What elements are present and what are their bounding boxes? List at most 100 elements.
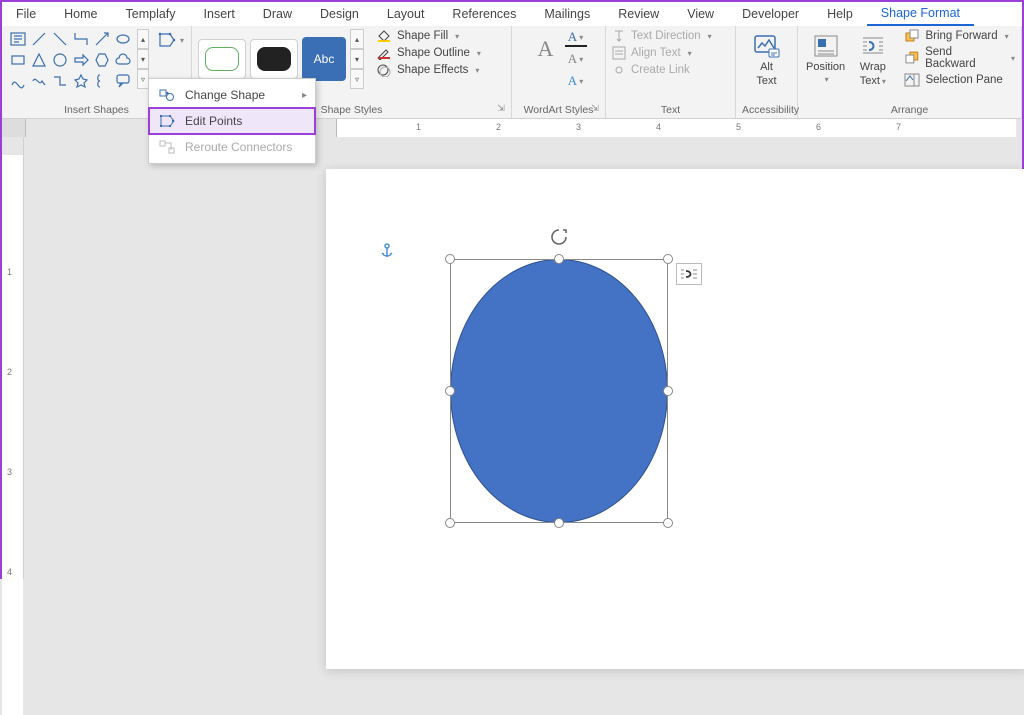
shape-star-icon[interactable] [71, 71, 91, 91]
edit-shape-button[interactable]: ▾ [157, 29, 185, 51]
resize-handle-bc[interactable] [554, 518, 564, 528]
ruler-mark: 4 [656, 122, 661, 132]
ruler-mark: 5 [736, 122, 741, 132]
alt-text-label-1: Alt [760, 61, 773, 73]
anchor-icon[interactable] [380, 243, 394, 264]
ribbon-tabs: File Home Templafy Insert Draw Design La… [2, 2, 1022, 26]
bucket-icon [376, 29, 392, 43]
group-label-accessibility: Accessibility [742, 102, 791, 118]
text-outline-button[interactable]: A▾ [565, 51, 587, 69]
shape-outline-button[interactable]: Shape Outline▾ [376, 46, 481, 60]
shape-connector-icon[interactable] [50, 71, 70, 91]
resize-handle-mr[interactable] [663, 386, 673, 396]
text-direction-button[interactable]: Text Direction▾ [612, 29, 712, 43]
selected-shape[interactable] [450, 259, 668, 523]
position-button[interactable]: Position ▾ [804, 29, 847, 84]
tab-help[interactable]: Help [813, 2, 867, 26]
tab-mailings[interactable]: Mailings [530, 2, 604, 26]
tab-file[interactable]: File [2, 2, 50, 26]
tab-templafy[interactable]: Templafy [112, 2, 190, 26]
document-area[interactable]: 1 2 3 4 [2, 137, 1022, 579]
shape-rect-icon[interactable] [8, 50, 28, 70]
shape-circle-icon[interactable] [50, 50, 70, 70]
resize-handle-tl[interactable] [445, 254, 455, 264]
tab-references[interactable]: References [438, 2, 530, 26]
shape-brace-icon[interactable] [92, 71, 112, 91]
style-preset-2[interactable] [250, 39, 298, 79]
send-backward-button[interactable]: Send Backward▾ [904, 46, 1015, 70]
shape-fill-label: Shape Fill [397, 30, 448, 42]
tab-draw[interactable]: Draw [249, 2, 306, 26]
resize-handle-bl[interactable] [445, 518, 455, 528]
tab-layout[interactable]: Layout [373, 2, 439, 26]
shape-textbox-icon[interactable] [8, 29, 28, 49]
resize-handle-tc[interactable] [554, 254, 564, 264]
shape-gallery[interactable] [8, 29, 133, 91]
bring-forward-icon [904, 29, 920, 43]
layout-options-button[interactable] [676, 263, 702, 285]
shape-effects-button[interactable]: Shape Effects▾ [376, 63, 481, 77]
style-preset-1[interactable] [198, 39, 246, 79]
vertical-ruler[interactable]: 1 2 3 4 [2, 137, 24, 579]
create-link-label: Create Link [631, 64, 690, 76]
create-link-button[interactable]: Create Link [612, 63, 712, 77]
wrap-label-1: Wrap [860, 61, 886, 73]
quick-styles-button[interactable]: A [531, 29, 561, 69]
shape-line2-icon[interactable] [50, 29, 70, 49]
shape-cloud-icon[interactable] [113, 50, 133, 70]
shape-callout-icon[interactable] [113, 71, 133, 91]
tab-shape-format[interactable]: Shape Format [867, 2, 974, 26]
resize-handle-br[interactable] [663, 518, 673, 528]
group-label-text: Text [612, 102, 729, 118]
gallery-up-icon[interactable]: ▴ [137, 29, 149, 49]
text-effects-button[interactable]: A▾ [565, 73, 587, 91]
shape-line-icon[interactable] [29, 29, 49, 49]
style-down-icon[interactable]: ▾ [350, 49, 364, 69]
resize-handle-tr[interactable] [663, 254, 673, 264]
style-more-icon[interactable]: ▿ [350, 69, 364, 89]
shape-elbow-icon[interactable] [71, 29, 91, 49]
shape-fill-button[interactable]: Shape Fill▾ [376, 29, 481, 43]
rotate-handle[interactable] [549, 227, 569, 252]
dialog-launcher-icon[interactable]: ⇲ [495, 102, 507, 114]
text-fill-button[interactable]: A▾ [565, 29, 587, 47]
style-gallery-scroll[interactable]: ▴ ▾ ▿ [350, 29, 364, 89]
align-text-label: Align Text [631, 47, 681, 59]
shape-triangle-icon[interactable] [29, 50, 49, 70]
pen-icon [376, 46, 392, 60]
position-icon [812, 33, 840, 59]
tab-insert[interactable]: Insert [190, 2, 249, 26]
bring-forward-button[interactable]: Bring Forward▾ [904, 29, 1015, 43]
tab-design[interactable]: Design [306, 2, 373, 26]
shape-oval-icon[interactable] [113, 29, 133, 49]
tab-home[interactable]: Home [50, 2, 111, 26]
dialog-launcher-wa-icon[interactable]: ⇲ [589, 102, 601, 114]
tab-review[interactable]: Review [604, 2, 673, 26]
align-text-button[interactable]: Align Text▾ [612, 46, 712, 60]
group-wordart: A A▾ A▾ A▾ WordArt Styles ⇲ [512, 26, 606, 118]
menu-change-shape[interactable]: Change Shape ▸ [149, 82, 315, 108]
ribbon: ▴ ▾ ▿ ▾ Insert Shapes Abc ▴ ▾ [2, 26, 1022, 119]
shape-hex-icon[interactable] [92, 50, 112, 70]
shape-arrow-icon[interactable] [92, 29, 112, 49]
alt-text-button[interactable]: Alt Text [745, 29, 789, 87]
ruler-mark-v: 3 [7, 467, 12, 477]
wrap-text-button[interactable]: Wrap Text▾ [851, 29, 894, 87]
ruler-mark: 1 [416, 122, 421, 132]
document-page[interactable] [326, 169, 1024, 669]
style-up-icon[interactable]: ▴ [350, 29, 364, 49]
selection-bounds [450, 259, 668, 523]
menu-edit-points[interactable]: Edit Points [149, 108, 315, 134]
alt-text-icon [753, 33, 781, 59]
gallery-down-icon[interactable]: ▾ [137, 49, 149, 69]
shape-freeform-icon[interactable] [29, 71, 49, 91]
shape-curve-icon[interactable] [8, 71, 28, 91]
chevron-right-icon: ▸ [302, 90, 307, 101]
style-preset-3[interactable]: Abc [302, 37, 346, 81]
selection-pane-button[interactable]: Selection Pane [904, 73, 1015, 87]
shape-rarrow-icon[interactable] [71, 50, 91, 70]
tab-view[interactable]: View [673, 2, 728, 26]
resize-handle-ml[interactable] [445, 386, 455, 396]
tab-developer[interactable]: Developer [728, 2, 813, 26]
text-direction-label: Text Direction [631, 30, 701, 42]
